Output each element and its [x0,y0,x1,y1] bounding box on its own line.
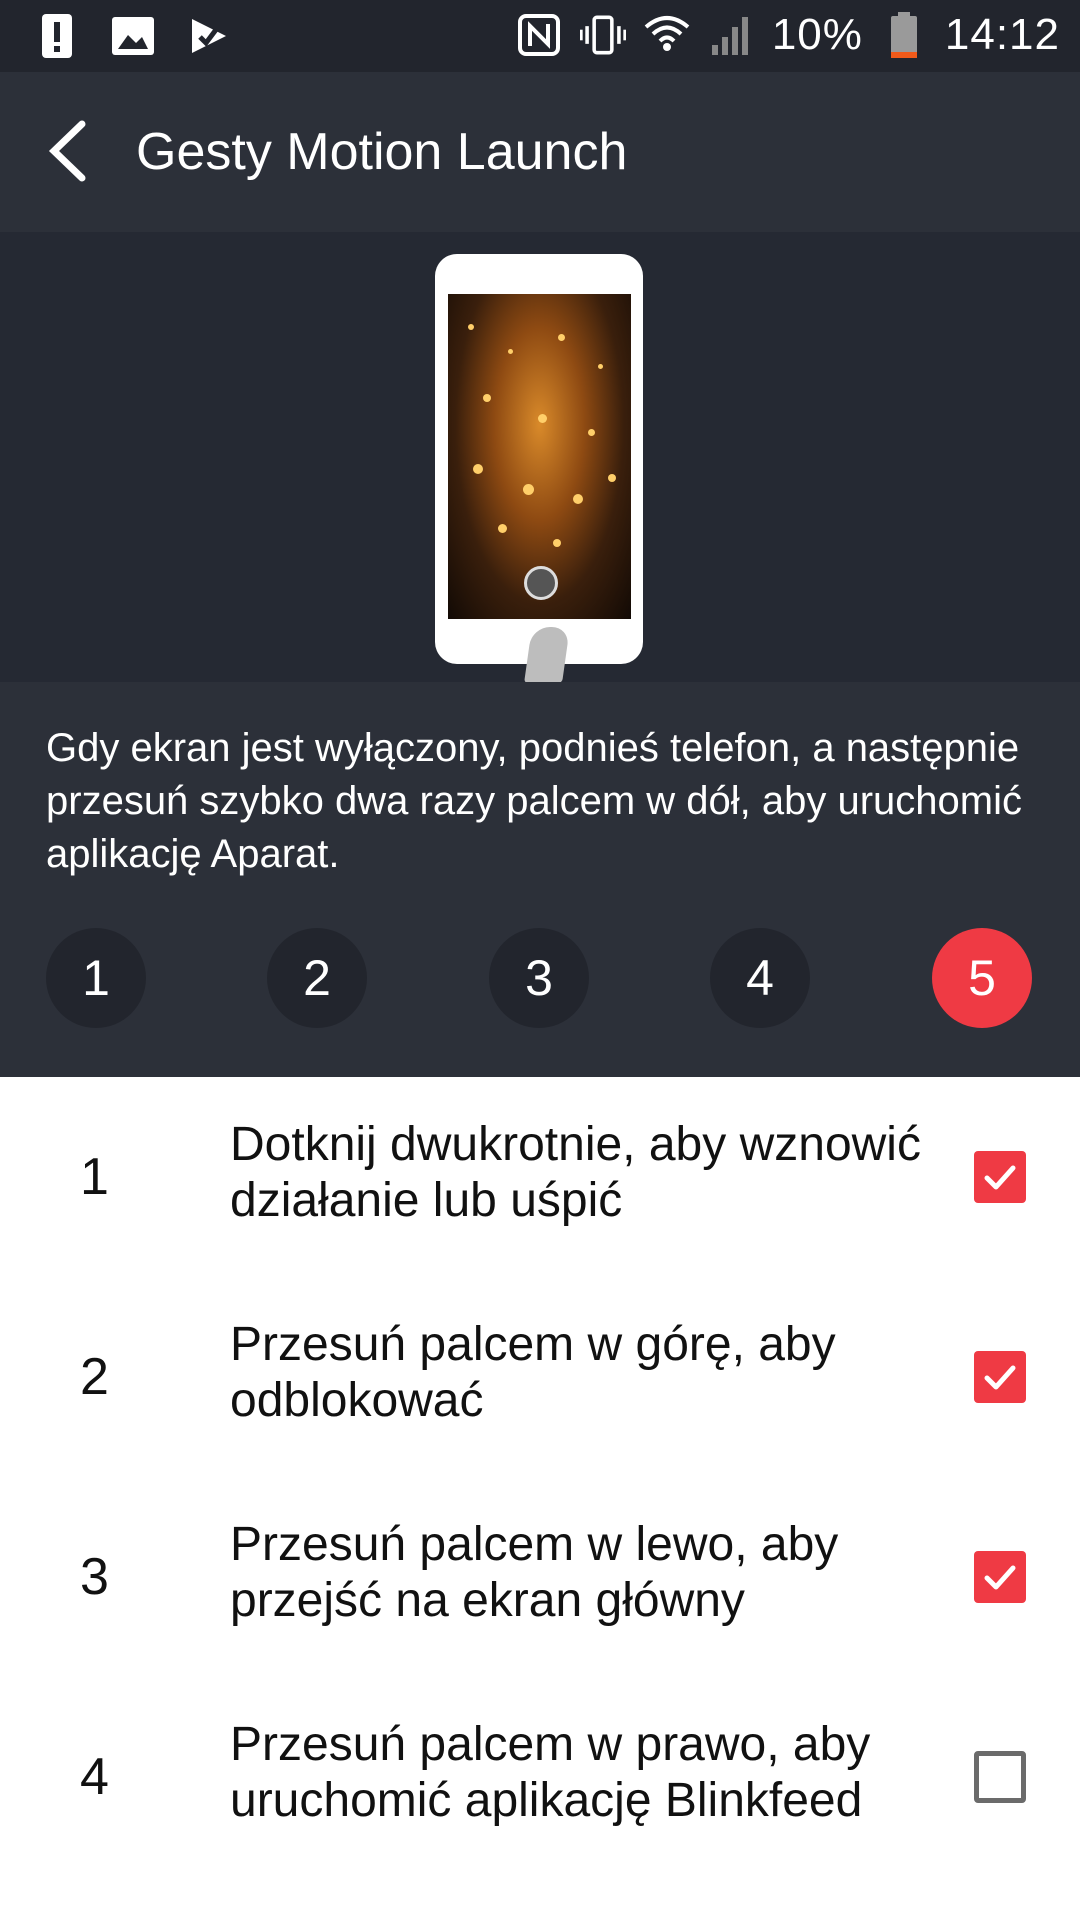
list-item[interactable]: 3 Przesuń palcem w lewo, aby przejść na … [0,1477,1080,1677]
list-item[interactable]: 2 Przesuń palcem w górę, aby odblokować [0,1277,1080,1477]
step-3-button[interactable]: 3 [489,928,589,1028]
step-1-button[interactable]: 1 [46,928,146,1028]
camera-preview-image [448,294,631,619]
description-panel: Gdy ekran jest wyłączony, podnieś telefo… [0,682,1080,1077]
list-item-label: Przesuń palcem w lewo, aby przejść na ek… [230,1518,839,1627]
gesture-checkbox-2[interactable] [974,1351,1026,1403]
phone-illustration [435,254,643,664]
image-icon [110,12,156,60]
wifi-icon [644,11,690,59]
back-arrow-icon [48,120,86,182]
list-item-number: 3 [80,1548,109,1606]
clock: 14:12 [944,10,1060,59]
list-item[interactable]: 4 Przesuń palcem w prawo, aby uruchomić … [0,1677,1080,1877]
alert-icon [34,12,80,60]
gesture-checkbox-3[interactable] [974,1551,1026,1603]
list-item-number: 4 [80,1748,109,1806]
status-bar: 10% 14:12 [0,0,1080,72]
nfc-icon [516,11,562,59]
list-item-label: Przesuń palcem w prawo, aby uruchomić ap… [230,1718,871,1827]
gesture-list: 1 Dotknij dwukrotnie, aby wznowić działa… [0,1077,1080,1877]
app-bar: Gesty Motion Launch [0,72,1080,232]
list-item-number: 2 [80,1348,109,1406]
step-4-button[interactable]: 4 [710,928,810,1028]
gesture-illustration [0,232,1080,683]
check-icon [984,1365,1016,1390]
check-icon [984,1565,1016,1590]
back-button[interactable] [36,116,106,186]
battery-icon [881,11,927,59]
camera-shutter-icon [524,566,558,600]
status-right-icons: 10% 14:12 [516,10,1060,60]
step-2-button[interactable]: 2 [267,928,367,1028]
signal-icon [708,11,754,59]
step-selector: 1 2 3 4 5 [46,928,1032,1028]
step-5-button[interactable]: 5 [932,928,1032,1028]
check-icon [984,1165,1016,1190]
play-store-icon [186,12,232,60]
list-item[interactable]: 1 Dotknij dwukrotnie, aby wznowić działa… [0,1077,1080,1277]
vibrate-icon [579,11,626,59]
gesture-description: Gdy ekran jest wyłączony, podnieś telefo… [46,726,1022,876]
status-left-icons [34,12,232,60]
battery-percent: 10% [771,10,863,59]
page-title: Gesty Motion Launch [136,123,628,181]
gesture-checkbox-1[interactable] [974,1151,1026,1203]
list-item-number: 1 [80,1148,109,1206]
list-item-label: Dotknij dwukrotnie, aby wznowić działani… [230,1118,921,1227]
list-item-label: Przesuń palcem w górę, aby odblokować [230,1318,836,1427]
gesture-checkbox-4[interactable] [974,1751,1026,1803]
